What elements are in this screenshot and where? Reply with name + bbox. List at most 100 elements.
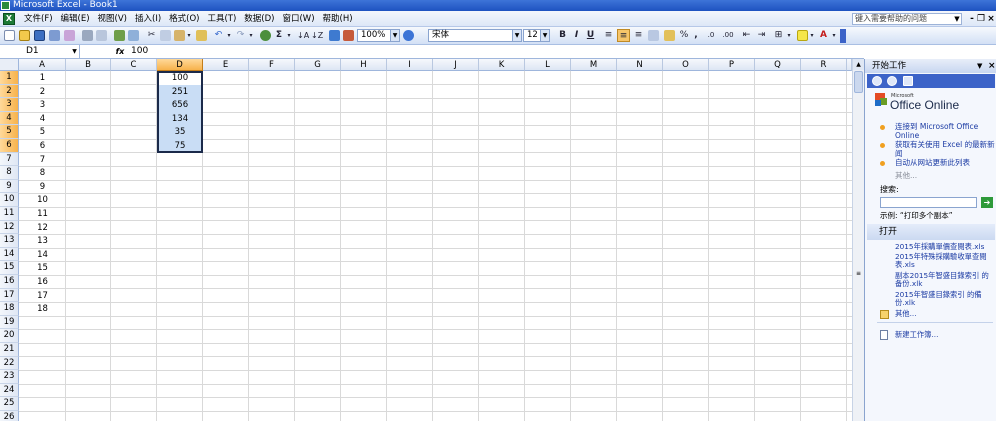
column-header[interactable]: K [479, 59, 525, 71]
sort-descending-icon[interactable]: ↓Z [311, 29, 323, 42]
cell-a[interactable]: 7 [20, 154, 65, 167]
align-center-icon[interactable]: ≡ [617, 29, 630, 42]
link-auto-update[interactable]: 自动从网站更新此列表 [895, 158, 995, 168]
column-header[interactable]: Q [755, 59, 801, 71]
row-header[interactable]: 23 [0, 370, 19, 384]
autosum-dropdown-icon[interactable]: ▾ [286, 29, 292, 42]
underline-button[interactable]: U [585, 29, 596, 42]
menu-edit[interactable]: 编辑(E) [57, 11, 94, 27]
back-icon[interactable] [872, 76, 882, 86]
link-excel-news[interactable]: 获取有关使用 Excel 的最新新闻 [895, 140, 995, 158]
format-painter-icon[interactable] [196, 30, 207, 41]
task-pane-title[interactable]: 开始工作 [872, 59, 906, 73]
zoom-select[interactable]: 100% ▼ [357, 29, 400, 42]
currency-icon[interactable] [664, 30, 675, 41]
help-search-input[interactable]: 键入需要帮助的问题 [852, 13, 962, 25]
row-header[interactable]: 15 [0, 261, 19, 275]
borders-icon[interactable]: ⊞ [773, 29, 784, 42]
undo-dropdown-icon[interactable]: ▾ [226, 29, 232, 42]
spelling-icon[interactable] [114, 30, 125, 41]
menu-file[interactable]: 文件(F) [20, 11, 57, 27]
insert-function-icon[interactable]: fx [113, 45, 127, 58]
task-pane-menu-icon[interactable]: ▼ [977, 59, 982, 73]
permission-icon[interactable] [49, 30, 60, 41]
cell-a[interactable]: 14 [20, 249, 65, 262]
row-header[interactable]: 18 [0, 302, 19, 316]
increase-decimal-icon[interactable]: .0 [704, 29, 718, 42]
workbook-icon[interactable]: X [3, 13, 15, 25]
cell-a[interactable]: 3 [20, 99, 65, 112]
worksheet-grid[interactable]: A B C D E F G H I J K L M N O P Q R 1 2 … [0, 59, 852, 421]
scroll-thumb[interactable] [854, 71, 863, 93]
column-header[interactable]: R [801, 59, 847, 71]
row-header[interactable]: 24 [0, 383, 19, 398]
cell-a[interactable]: 1 [20, 72, 65, 85]
row-header-selected[interactable]: 1 [0, 71, 19, 85]
column-header[interactable]: E [203, 59, 249, 71]
comma-style-icon[interactable]: , [692, 29, 700, 42]
borders-dropdown-icon[interactable]: ▾ [786, 29, 792, 42]
cell-a[interactable]: 11 [20, 208, 65, 221]
column-header[interactable]: O [663, 59, 709, 71]
align-left-icon[interactable]: ≡ [603, 29, 614, 42]
increase-indent-icon[interactable]: ⇥ [756, 29, 767, 42]
row-header-selected[interactable]: 5 [0, 125, 19, 139]
row-header[interactable]: 16 [0, 275, 19, 289]
row-header[interactable]: 21 [0, 343, 19, 357]
row-header-selected[interactable]: 4 [0, 111, 19, 126]
cell-a[interactable]: 15 [20, 262, 65, 275]
cell-d[interactable]: 100 [157, 72, 203, 86]
menu-tools[interactable]: 工具(T) [203, 11, 240, 27]
redo-icon[interactable]: ↷ [235, 29, 246, 42]
cell-d[interactable]: 134 [157, 113, 203, 127]
search-input[interactable] [880, 197, 977, 208]
print-preview-icon[interactable] [96, 30, 107, 41]
research-icon[interactable] [128, 30, 139, 41]
column-header[interactable]: F [249, 59, 295, 71]
autosum-icon[interactable]: Σ [274, 29, 284, 42]
link-connect-office-online[interactable]: 连接到 Microsoft Office Online [895, 122, 995, 140]
pane-splitter-grip[interactable]: ≡ [856, 271, 861, 277]
new-workbook-link[interactable]: 新建工作簿... [895, 331, 995, 339]
merge-center-icon[interactable] [648, 30, 659, 41]
font-color-dropdown-icon[interactable]: ▾ [831, 29, 837, 42]
open-more-link[interactable]: 其他... [895, 310, 995, 318]
row-header[interactable]: 13 [0, 234, 19, 248]
chevron-down-icon[interactable]: ▼ [512, 30, 521, 41]
column-header[interactable]: P [709, 59, 755, 71]
column-header[interactable]: C [111, 59, 157, 71]
cell-a[interactable]: 4 [20, 113, 65, 126]
chevron-down-icon[interactable]: ▼ [390, 30, 399, 41]
decrease-indent-icon[interactable]: ⇤ [741, 29, 752, 42]
font-color-icon[interactable]: A [818, 29, 829, 42]
cell-a[interactable]: 6 [20, 140, 65, 153]
search-go-icon[interactable]: ➔ [981, 197, 993, 208]
task-pane-close-icon[interactable]: × [988, 59, 996, 73]
italic-button[interactable]: I [571, 29, 582, 42]
link-more[interactable]: 其他... [895, 171, 995, 181]
help-icon[interactable] [403, 30, 414, 41]
menu-help[interactable]: 帮助(H) [319, 11, 357, 27]
formula-input[interactable]: 100 [131, 45, 148, 58]
recent-file[interactable]: 2015年特殊採購驗收單查閱表.xls [895, 253, 995, 269]
scroll-up-icon[interactable]: ▲ [853, 59, 864, 70]
redo-dropdown-icon[interactable]: ▾ [248, 29, 254, 42]
column-header-selected[interactable]: D [157, 59, 203, 71]
row-header-selected[interactable]: 6 [0, 139, 19, 153]
cell-a[interactable]: 12 [20, 222, 65, 235]
toolbar-options-icon[interactable] [840, 29, 846, 43]
chevron-down-icon[interactable]: ▼ [70, 45, 79, 58]
column-header[interactable]: G [295, 59, 341, 71]
recent-file[interactable]: 2015年採購單價查閱表.xls [895, 243, 995, 251]
help-dropdown-icon[interactable]: ▼ [952, 13, 962, 25]
column-header[interactable]: B [66, 59, 111, 71]
cell-a[interactable]: 10 [20, 194, 65, 207]
row-header[interactable]: 11 [0, 207, 19, 221]
row-header[interactable]: 26 [0, 411, 19, 421]
cell-d[interactable]: 75 [157, 140, 203, 154]
cell-d[interactable]: 656 [157, 99, 203, 113]
row-header[interactable]: 10 [0, 193, 19, 207]
column-header[interactable]: A [19, 59, 66, 71]
row-header[interactable]: 12 [0, 220, 19, 235]
decrease-decimal-icon[interactable]: .00 [721, 29, 735, 42]
